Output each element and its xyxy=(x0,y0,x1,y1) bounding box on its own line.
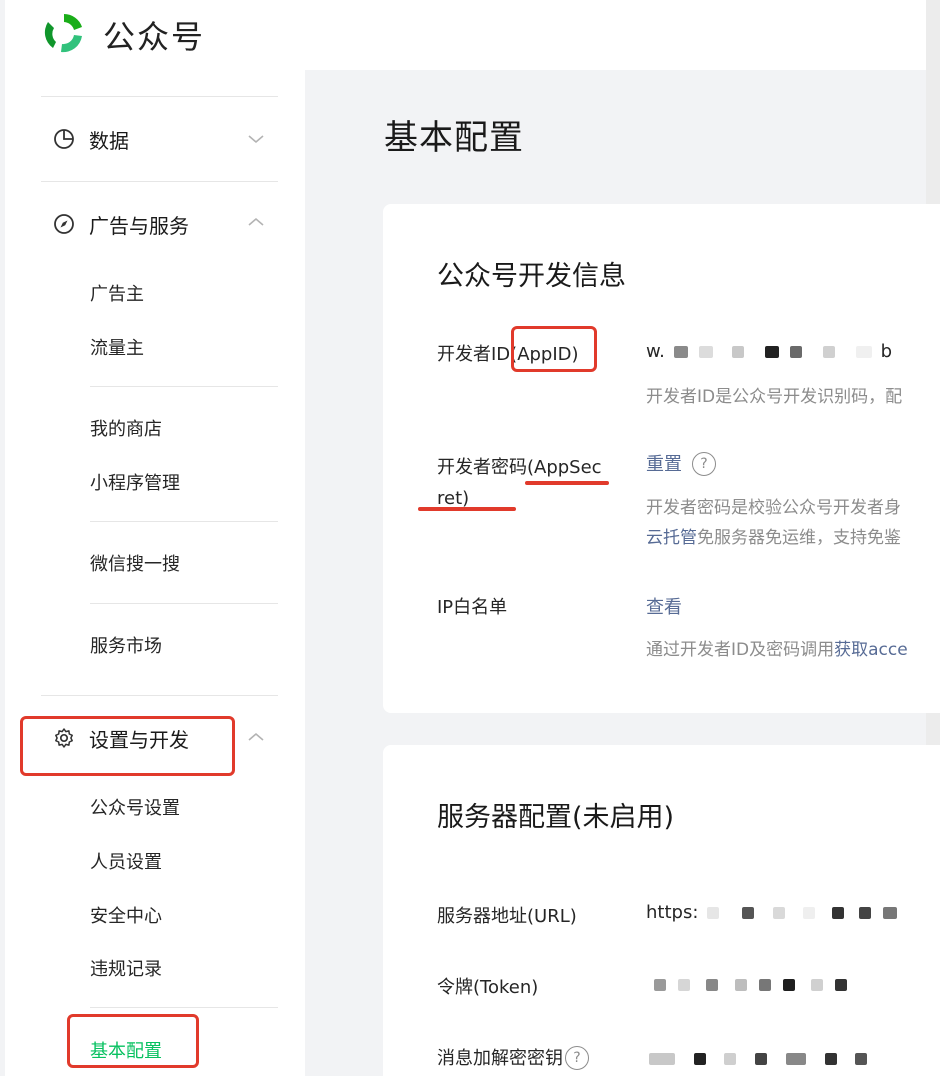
redacted-block xyxy=(772,907,785,919)
annotation-box-appid xyxy=(511,326,597,372)
sidebar-item-advertiser[interactable]: 广告主 xyxy=(90,280,144,306)
redacted-block xyxy=(823,346,836,358)
redacted-block xyxy=(707,907,720,919)
brand-title[interactable]: 公众号 xyxy=(103,12,205,58)
card-title: 服务器配置(未启用) xyxy=(437,802,675,833)
cloud-hosting-description: 云托管免服务器免运维，支持免鉴 xyxy=(646,523,901,548)
redacted-block xyxy=(654,979,666,991)
sidebar-item-publisher[interactable]: 流量主 xyxy=(90,334,144,360)
sidebar-section-label: 广告与服务 xyxy=(89,213,189,238)
appid-description: 开发者ID是公众号开发识别码，配 xyxy=(646,387,903,407)
redacted-block xyxy=(824,1053,837,1065)
sidebar-item-violation-records[interactable]: 违规记录 xyxy=(90,955,162,981)
divider xyxy=(41,695,278,696)
aes-key-label: 消息加解密密钥? xyxy=(437,1044,589,1070)
sidebar-item-account-settings[interactable]: 公众号设置 xyxy=(90,794,180,820)
sidebar-section-ads[interactable]: 广告与服务 xyxy=(53,209,189,239)
divider xyxy=(90,603,278,604)
redacted-block xyxy=(758,979,771,991)
redacted-block xyxy=(785,1053,806,1065)
sidebar-section-label: 数据 xyxy=(89,128,129,153)
dev-info-card: 公众号开发信息 开发者ID(AppID) w. b 开发者ID是公众号开发识别码… xyxy=(383,204,940,713)
appsecret-label-line1: 开发者密码(AppSec xyxy=(437,457,602,478)
ip-desc-text: 通过开发者ID及密码调用 xyxy=(646,640,835,660)
chevron-up-icon[interactable] xyxy=(247,216,265,228)
view-ip-whitelist-link[interactable]: 查看 xyxy=(646,593,682,619)
redacted-block xyxy=(693,1053,706,1065)
token-value xyxy=(646,974,850,995)
server-url-start: https: xyxy=(646,902,699,923)
sidebar-section-data[interactable]: 数据 xyxy=(53,124,129,154)
divider xyxy=(41,96,278,97)
page-title: 基本配置 xyxy=(384,118,524,158)
server-url-label: 服务器地址(URL) xyxy=(437,906,577,927)
help-icon[interactable]: ? xyxy=(565,1046,589,1070)
appsecret-label-line2: ret) xyxy=(437,488,470,509)
redacted-block xyxy=(858,907,871,919)
appid-label-prefix: 开发者ID xyxy=(437,344,511,365)
annotation-underline xyxy=(525,481,609,485)
appsecret-description: 开发者密码是校验公众号开发者身 xyxy=(646,498,901,518)
compass-icon xyxy=(54,214,74,234)
redacted-block xyxy=(782,979,795,991)
redacted-block xyxy=(735,979,748,991)
redacted-block xyxy=(673,346,688,358)
aes-key-value xyxy=(646,1048,870,1069)
redacted-block xyxy=(677,979,690,991)
divider xyxy=(90,386,278,387)
sidebar-item-security-center[interactable]: 安全中心 xyxy=(90,902,162,928)
divider xyxy=(41,181,278,182)
redacted-block xyxy=(803,907,816,919)
server-config-card: 服务器配置(未启用) 服务器地址(URL) https: 令牌(Token) 消… xyxy=(383,745,940,1076)
chevron-down-icon[interactable] xyxy=(247,133,265,145)
pie-chart-icon xyxy=(54,129,74,149)
redacted-block xyxy=(811,979,824,991)
server-url-value: https: xyxy=(646,902,900,923)
sidebar-item-staff-settings[interactable]: 人员设置 xyxy=(90,848,162,874)
aes-key-label-text: 消息加解密密钥 xyxy=(437,1048,563,1069)
redacted-block xyxy=(855,1053,868,1065)
appid-value-start: w. xyxy=(646,341,665,362)
redacted-block xyxy=(855,346,872,358)
help-icon[interactable]: ? xyxy=(692,452,716,476)
appid-value[interactable]: w. b xyxy=(646,341,892,362)
redacted-block xyxy=(699,346,714,358)
appsecret-actions: 重置? xyxy=(646,450,716,476)
annotation-box-basic-config xyxy=(67,1014,199,1068)
sidebar-item-wechat-search[interactable]: 微信搜一搜 xyxy=(90,550,180,576)
divider xyxy=(90,1007,278,1008)
redacted-block xyxy=(732,346,744,358)
annotation-underline xyxy=(418,507,516,511)
top-bar: 公众号 xyxy=(5,0,926,70)
get-access-token-link[interactable]: 获取acce xyxy=(834,640,908,660)
redacted-block xyxy=(649,1053,675,1065)
cloud-hosting-text: 免服务器免运维，支持免鉴 xyxy=(697,528,901,548)
ip-whitelist-description: 通过开发者ID及密码调用获取acce xyxy=(646,635,908,660)
ip-whitelist-label: IP白名单 xyxy=(437,597,508,618)
divider xyxy=(90,521,278,522)
redacted-block xyxy=(790,346,803,358)
sidebar: 数据 广告与服务 广告主 流量主 我的商店 小程序管理 微信搜一搜 服务市场 设… xyxy=(5,70,305,1076)
sidebar-item-my-store[interactable]: 我的商店 xyxy=(90,415,162,441)
redacted-block xyxy=(755,1053,768,1065)
cloud-hosting-link[interactable]: 云托管 xyxy=(646,528,697,548)
redacted-block xyxy=(835,979,848,991)
card-title: 公众号开发信息 xyxy=(437,261,626,292)
reset-secret-link[interactable]: 重置 xyxy=(646,454,682,475)
sidebar-item-mini-program[interactable]: 小程序管理 xyxy=(90,469,180,495)
appid-value-end: b xyxy=(880,341,893,362)
wechat-official-account-logo xyxy=(44,14,82,53)
redacted-block xyxy=(724,1053,737,1065)
redacted-block xyxy=(764,346,779,358)
annotation-box-settings xyxy=(20,716,235,776)
chevron-up-icon[interactable] xyxy=(247,731,265,743)
token-label: 令牌(Token) xyxy=(437,977,539,998)
redacted-block xyxy=(832,907,845,919)
sidebar-item-service-market[interactable]: 服务市场 xyxy=(90,632,162,658)
redacted-block xyxy=(706,979,719,991)
redacted-block xyxy=(741,907,754,919)
redacted-block xyxy=(882,907,897,919)
